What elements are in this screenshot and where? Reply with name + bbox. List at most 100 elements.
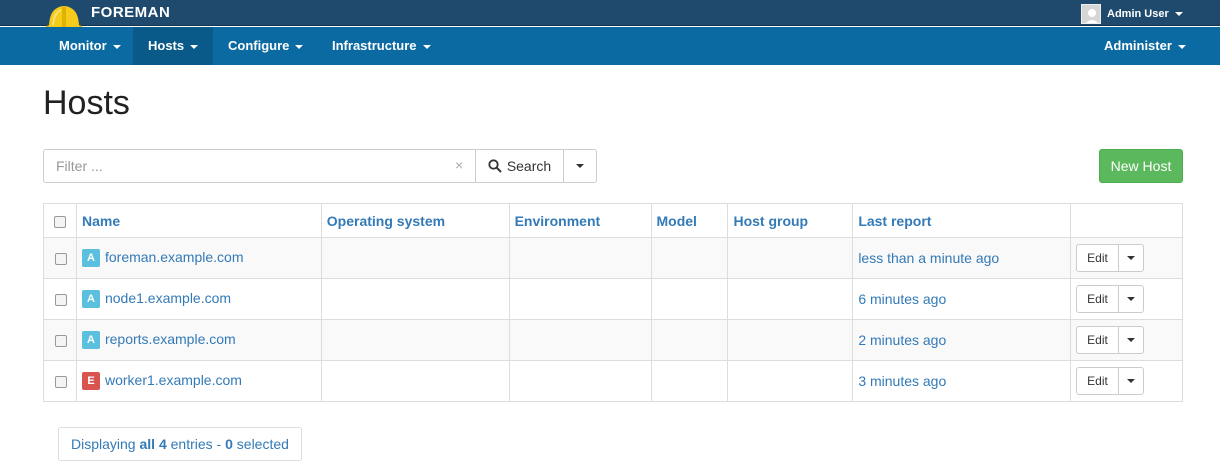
search-button-label: Search <box>506 158 552 174</box>
chevron-down-icon <box>1127 256 1136 260</box>
column-header-environment[interactable]: Environment <box>508 203 652 238</box>
environment-cell <box>508 360 652 402</box>
last-report-link[interactable]: less than a minute ago <box>858 250 999 266</box>
nav-item-administer[interactable]: Administer <box>1089 27 1201 65</box>
hostgroup-cell <box>727 319 854 361</box>
row-checkbox[interactable] <box>55 294 67 307</box>
model-cell <box>650 360 729 402</box>
row-select-cell <box>43 278 77 320</box>
status-badge: A <box>81 290 100 309</box>
search-button[interactable]: Search <box>475 149 564 183</box>
row-checkbox[interactable] <box>55 335 67 348</box>
hostgroup-cell <box>727 278 854 320</box>
edit-button[interactable]: Edit <box>1076 367 1120 395</box>
page-title: Hosts <box>43 84 130 122</box>
status-badge: E <box>81 372 100 391</box>
table-row: Areports.example.com 2 minutes ago Edit <box>43 319 1183 361</box>
status-badge: A <box>81 331 100 350</box>
nav-item-configure[interactable]: Configure <box>213 27 318 65</box>
actions-cell: Edit <box>1070 278 1183 320</box>
clear-search-icon[interactable]: × <box>455 157 463 173</box>
summary-middle: entries - <box>166 436 226 452</box>
chevron-down-icon <box>1127 379 1136 383</box>
host-name-cell: Anode1.example.com <box>75 278 322 320</box>
row-actions: Edit <box>1076 244 1145 272</box>
table-row: Anode1.example.com 6 minutes ago Edit <box>43 278 1183 320</box>
last-report-cell: less than a minute ago <box>852 237 1072 279</box>
chevron-down-icon <box>112 44 121 49</box>
model-cell <box>650 237 729 279</box>
row-actions: Edit <box>1076 285 1145 313</box>
chevron-down-icon <box>422 44 431 49</box>
table-row: Eworker1.example.com 3 minutes ago Edit <box>43 360 1183 402</box>
nav-item-monitor[interactable]: Monitor <box>44 27 136 65</box>
os-cell <box>320 360 510 402</box>
row-select-cell <box>43 360 77 402</box>
row-actions-dropdown[interactable] <box>1118 285 1145 313</box>
chevron-down-icon <box>295 44 304 49</box>
search-icon <box>488 159 502 173</box>
row-checkbox[interactable] <box>55 376 67 389</box>
row-checkbox[interactable] <box>55 253 67 266</box>
row-actions-dropdown[interactable] <box>1118 326 1145 354</box>
user-silhouette-icon <box>1085 9 1099 23</box>
table-row: Aforeman.example.com less than a minute … <box>43 237 1183 279</box>
chevron-down-icon <box>1127 338 1136 342</box>
edit-button[interactable]: Edit <box>1076 326 1120 354</box>
user-menu[interactable]: Admin User <box>1081 4 1183 24</box>
model-cell <box>650 319 729 361</box>
last-report-cell: 6 minutes ago <box>852 278 1072 320</box>
edit-button[interactable]: Edit <box>1076 244 1120 272</box>
summary-total[interactable]: all 4 <box>139 436 166 452</box>
actions-cell: Edit <box>1070 319 1183 361</box>
environment-cell <box>508 237 652 279</box>
environment-cell <box>508 278 652 320</box>
column-header-actions <box>1070 203 1183 238</box>
actions-cell: Edit <box>1070 237 1183 279</box>
host-name-link[interactable]: reports.example.com <box>105 331 236 347</box>
row-select-cell <box>43 319 77 361</box>
last-report-link[interactable]: 2 minutes ago <box>858 332 946 348</box>
pagination-summary: Displaying all 4 entries - 0 selected <box>58 427 302 461</box>
nav-item-label: Infrastructure <box>332 38 417 53</box>
avatar <box>1081 4 1101 24</box>
os-cell <box>320 319 510 361</box>
host-name-link[interactable]: node1.example.com <box>105 290 231 306</box>
host-name-cell: Areports.example.com <box>75 319 322 361</box>
chevron-down-icon <box>1174 12 1183 16</box>
host-name-link[interactable]: worker1.example.com <box>105 372 242 388</box>
search-input[interactable] <box>43 149 476 183</box>
select-all-checkbox[interactable] <box>54 215 66 228</box>
search-options-dropdown[interactable] <box>563 149 597 183</box>
column-header-os[interactable]: Operating system <box>320 203 510 238</box>
nav-item-infrastructure[interactable]: Infrastructure <box>317 27 446 65</box>
edit-button[interactable]: Edit <box>1076 285 1120 313</box>
column-header-name[interactable]: Name <box>75 203 322 238</box>
last-report-link[interactable]: 3 minutes ago <box>858 373 946 389</box>
new-host-button[interactable]: New Host <box>1099 149 1183 183</box>
brand-name[interactable]: FOREMAN <box>91 4 170 21</box>
row-actions-dropdown[interactable] <box>1118 244 1145 272</box>
nav-item-label: Administer <box>1104 38 1172 53</box>
host-name-link[interactable]: foreman.example.com <box>105 249 244 265</box>
summary-selected-count: 0 <box>225 436 233 452</box>
main-navbar: Monitor Hosts Configure Infrastructure A… <box>0 27 1220 65</box>
select-all-header <box>43 203 77 238</box>
host-name-cell: Eworker1.example.com <box>75 360 322 402</box>
nav-item-label: Configure <box>228 38 290 53</box>
status-badge: A <box>81 249 100 268</box>
summary-suffix: selected <box>232 436 289 452</box>
column-header-model[interactable]: Model <box>650 203 729 238</box>
chevron-down-icon <box>1127 297 1136 301</box>
environment-cell <box>508 319 652 361</box>
column-header-hostgroup[interactable]: Host group <box>727 203 854 238</box>
column-header-last-report[interactable]: Last report <box>852 203 1072 238</box>
top-bar: FOREMAN Admin User <box>0 0 1220 33</box>
nav-item-hosts[interactable]: Hosts <box>133 27 214 65</box>
row-select-cell <box>43 237 77 279</box>
row-actions-dropdown[interactable] <box>1118 367 1145 395</box>
last-report-link[interactable]: 6 minutes ago <box>858 291 946 307</box>
nav-item-label: Monitor <box>59 38 107 53</box>
chevron-down-icon <box>190 44 199 49</box>
chevron-down-icon <box>576 164 584 168</box>
